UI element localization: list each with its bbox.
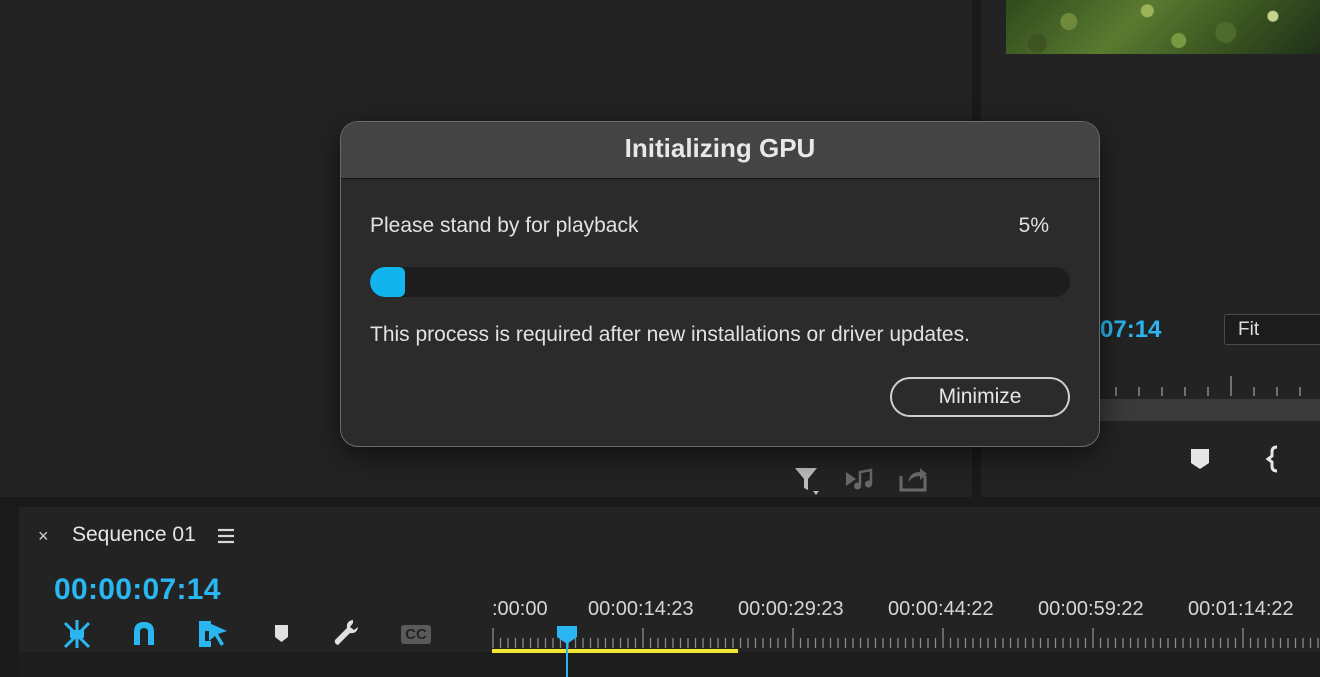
status-text: Please stand by for playback xyxy=(370,214,639,237)
ruler-label: :00:00 xyxy=(492,598,548,620)
insert-overwrite-icon[interactable] xyxy=(194,617,230,651)
program-video-frame xyxy=(1006,0,1320,54)
ruler-label: 00:00:14:23 xyxy=(588,598,694,620)
timeline-settings-wrench-icon[interactable] xyxy=(330,617,366,651)
work-area-bar[interactable] xyxy=(492,649,738,653)
export-icon[interactable] xyxy=(896,464,930,494)
cc-label: CC xyxy=(401,624,431,644)
ruler-label: 00:00:29:23 xyxy=(738,598,844,620)
program-zoom-scrollbar[interactable] xyxy=(1100,399,1320,421)
playhead-handle[interactable] xyxy=(556,625,578,645)
mark-in-icon[interactable] xyxy=(1264,444,1284,474)
add-marker-icon[interactable] xyxy=(263,617,299,651)
progress-bar xyxy=(370,267,1070,297)
ruler-label: 00:01:14:22 xyxy=(1188,598,1294,620)
playhead-timecode[interactable]: 00:00:07:14 xyxy=(54,573,221,607)
add-marker-icon[interactable] xyxy=(1188,446,1212,472)
program-timecode[interactable]: 07:14 xyxy=(1100,316,1161,344)
linked-selection-magnet-icon[interactable] xyxy=(126,617,162,651)
program-time-ruler[interactable] xyxy=(1100,372,1320,398)
dialog-title: Initializing GPU xyxy=(624,133,816,163)
timeline-track-area[interactable] xyxy=(19,652,1320,677)
filter-icon[interactable] xyxy=(792,464,822,496)
ruler-label: 00:00:44:22 xyxy=(888,598,994,620)
zoom-level-select[interactable]: Fit xyxy=(1224,314,1320,345)
snap-in-timeline-icon[interactable] xyxy=(59,617,95,651)
automate-to-sequence-icon[interactable] xyxy=(843,464,877,494)
sequence-tab-title[interactable]: Sequence 01 xyxy=(72,523,196,547)
close-tab-button[interactable]: × xyxy=(38,526,49,547)
captions-cc-icon[interactable]: CC xyxy=(398,617,434,651)
initializing-gpu-dialog: Initializing GPU Please stand by for pla… xyxy=(340,121,1100,447)
playhead-line[interactable] xyxy=(566,640,568,677)
progress-bar-fill xyxy=(370,267,405,297)
minimize-button[interactable]: Minimize xyxy=(890,377,1070,417)
panel-menu-icon[interactable] xyxy=(216,527,236,545)
ruler-label: 00:00:59:22 xyxy=(1038,598,1144,620)
progress-percent: 5% xyxy=(1018,214,1049,237)
dialog-header: Initializing GPU xyxy=(341,122,1099,179)
info-text: This process is required after new insta… xyxy=(370,323,970,346)
